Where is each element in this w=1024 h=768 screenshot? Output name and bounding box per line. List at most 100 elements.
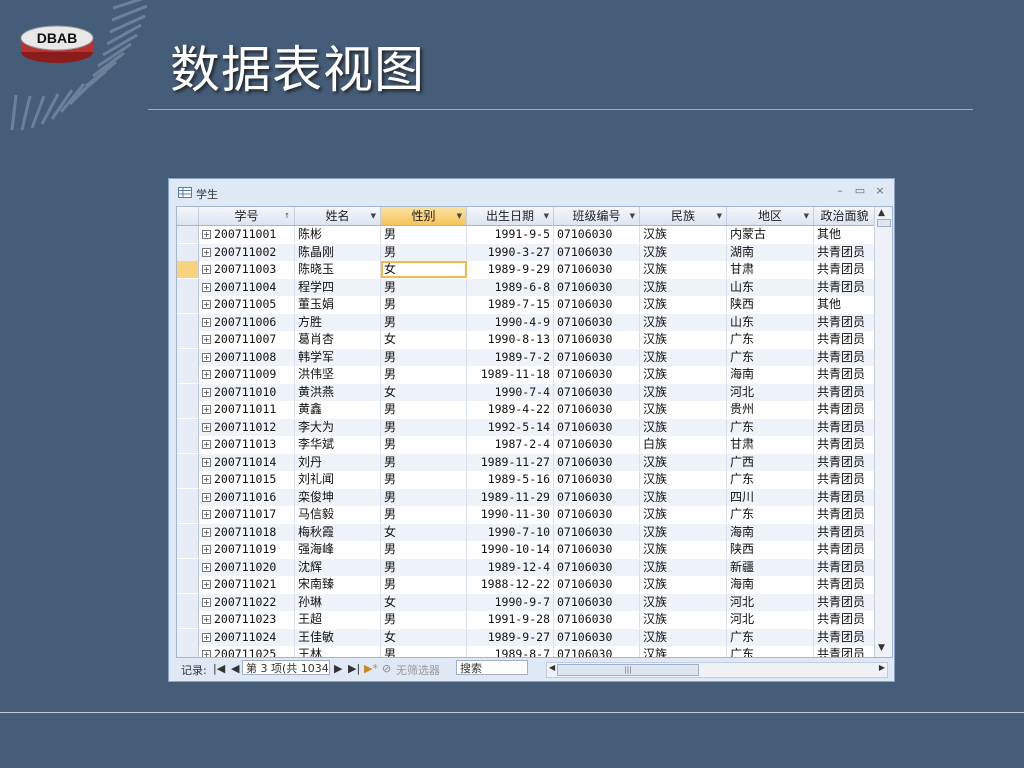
row-selector[interactable] [177,611,199,628]
column-dropdown-icon[interactable]: ▼ [371,207,376,225]
cell-birth-date[interactable]: 1990-11-30 [467,506,554,523]
vertical-scrollbar[interactable]: ▲ ▼ [874,207,892,657]
expand-subdatasheet-icon[interactable]: + [202,527,211,537]
cell-name[interactable]: 王佳敏 [295,628,381,646]
cell-class-id[interactable]: 07106030 [554,593,640,611]
cell-birth-date[interactable]: 1990-9-7 [467,593,554,611]
cell-birth-date[interactable]: 1989-9-29 [467,261,554,278]
column-header-region[interactable]: 地区 ▼ [727,207,814,225]
filter-icon[interactable]: ⊘ [382,662,391,675]
expand-subdatasheet-icon[interactable]: + [202,580,211,589]
last-record-icon[interactable]: ▶| [348,662,360,675]
cell-name[interactable]: 韩学军 [295,348,381,366]
cell-political-status[interactable]: 共青团员 [814,611,876,628]
cell-student-id[interactable]: 200711021 [211,576,295,593]
column-dropdown-icon[interactable]: ▼ [630,207,635,225]
cell-birth-date[interactable]: 1989-11-18 [467,366,554,383]
expand-subdatasheet-icon[interactable]: + [202,317,211,327]
cell-name[interactable]: 栾俊坤 [295,488,381,506]
cell-class-id[interactable]: 07106030 [554,296,640,313]
cell-political-status[interactable]: 其他 [814,226,876,243]
row-selector[interactable] [177,471,199,488]
cell-gender[interactable]: 女 [381,523,467,541]
cell-student-id[interactable]: 200711005 [211,296,295,313]
sort-ascending-icon[interactable]: ↑ [284,207,290,225]
cell-political-status[interactable]: 共青团员 [814,261,876,278]
cell-gender[interactable]: 男 [381,611,467,628]
cell-political-status[interactable]: 共青团员 [814,313,876,331]
expand-subdatasheet-icon[interactable]: + [202,282,211,292]
cell-birth-date[interactable]: 1990-7-10 [467,523,554,541]
row-selector[interactable] [177,331,199,348]
cell-gender[interactable]: 女 [381,261,467,278]
cell-gender[interactable]: 男 [381,348,467,366]
column-header-ethnicity[interactable]: 民族 ▼ [640,207,727,225]
expand-subdatasheet-icon[interactable]: + [202,475,211,484]
cell-ethnicity[interactable]: 汉族 [640,348,727,366]
cell-name[interactable]: 方胜 [295,313,381,331]
cell-student-id[interactable]: 200711011 [211,401,295,418]
cell-region[interactable]: 四川 [727,488,814,506]
cell-class-id[interactable]: 07106030 [554,313,640,331]
table-row[interactable]: 200711015 刘礼闻男 1989-5-16 07106030 汉族 广东 共青团员 + [177,471,892,489]
expand-subdatasheet-icon[interactable]: + [202,597,211,607]
cell-student-id[interactable]: 200711012 [211,418,295,436]
table-row[interactable]: 200711021 宋南臻男 1988-12-22 07106030 汉族 海南 共青团员 + [177,576,892,594]
row-selector[interactable] [177,243,199,261]
cell-name[interactable]: 陈晶刚 [295,243,381,261]
cell-political-status[interactable]: 共青团员 [814,506,876,523]
cell-class-id[interactable]: 07106030 [554,383,640,401]
cell-class-id[interactable]: 07106030 [554,331,640,348]
expand-subdatasheet-icon[interactable]: + [202,335,211,344]
cell-birth-date[interactable]: 1988-12-22 [467,576,554,593]
expand-subdatasheet-icon[interactable]: + [202,650,211,657]
cell-student-id[interactable]: 200711025 [211,646,295,657]
cell-name[interactable]: 黄洪燕 [295,383,381,401]
row-selector[interactable] [177,418,199,436]
column-header-political-status[interactable]: 政治面貌 [814,207,876,225]
cell-name[interactable]: 梅秋霞 [295,523,381,541]
table-row[interactable]: 200711011 黄鑫男 1989-4-22 07106030 汉族 贵州 共青团员 + [177,401,892,419]
cell-birth-date[interactable]: 1987-2-4 [467,436,554,453]
row-selector[interactable] [177,628,199,646]
cell-gender[interactable]: 男 [381,243,467,261]
cell-ethnicity[interactable]: 白族 [640,436,727,453]
cell-student-id[interactable]: 200711017 [211,506,295,523]
cell-gender[interactable]: 男 [381,471,467,488]
cell-ethnicity[interactable]: 汉族 [640,418,727,436]
expand-subdatasheet-icon[interactable]: + [202,300,211,309]
table-row[interactable]: 200711003 陈晓玉女 1989-9-29 07106030 汉族 甘肃 共青团员 + [177,261,892,279]
cell-name[interactable]: 王林 [295,646,381,657]
table-row[interactable]: 200711013 李华斌男 1987-2-4 07106030 白族 甘肃 共青团员 + [177,436,892,454]
cell-region[interactable]: 海南 [727,523,814,541]
cell-class-id[interactable]: 07106030 [554,611,640,628]
cell-gender[interactable]: 男 [381,226,467,243]
cell-student-id[interactable]: 200711008 [211,348,295,366]
cell-ethnicity[interactable]: 汉族 [640,593,727,611]
table-row[interactable]: 200711009 洪伟坚男 1989-11-18 07106030 汉族 海南 共青团员 + [177,366,892,384]
cell-region[interactable]: 广东 [727,628,814,646]
cell-birth-date[interactable]: 1990-3-27 [467,243,554,261]
expand-subdatasheet-icon[interactable]: + [202,405,211,414]
row-selector[interactable] [177,401,199,418]
cell-ethnicity[interactable]: 汉族 [640,453,727,471]
cell-gender[interactable]: 男 [381,418,467,436]
row-selector[interactable] [177,226,199,243]
cell-class-id[interactable]: 07106030 [554,243,640,261]
table-row[interactable]: 200711014 刘丹男 1989-11-27 07106030 汉族 广西 共青团员 + [177,453,892,471]
cell-gender[interactable]: 女 [381,628,467,646]
cell-class-id[interactable]: 07106030 [554,523,640,541]
column-header-name[interactable]: 姓名 ▼ [295,207,381,225]
cell-class-id[interactable]: 07106030 [554,628,640,646]
cell-political-status[interactable]: 共青团员 [814,558,876,576]
cell-student-id[interactable]: 200711014 [211,453,295,471]
column-dropdown-icon[interactable]: ▼ [544,207,549,225]
cell-student-id[interactable]: 200711003 [211,261,295,278]
cell-gender[interactable]: 男 [381,313,467,331]
row-selector[interactable] [177,348,199,366]
horizontal-scrollbar[interactable]: ◀ ||| ▶ [546,662,888,678]
cell-student-id[interactable]: 200711018 [211,523,295,541]
table-row[interactable]: 200711016 栾俊坤男 1989-11-29 07106030 汉族 四川 共青团员 + [177,488,892,506]
expand-subdatasheet-icon[interactable]: + [202,457,211,467]
expand-subdatasheet-icon[interactable]: + [202,230,211,239]
